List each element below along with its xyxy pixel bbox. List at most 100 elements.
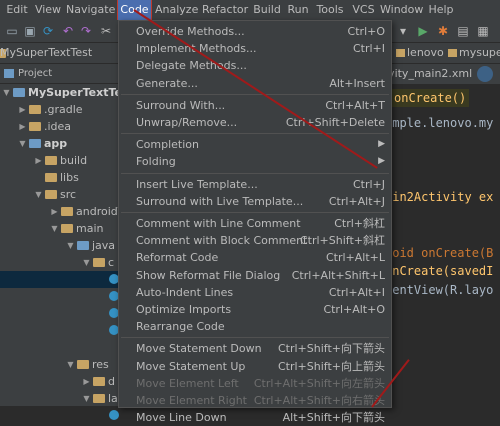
sdk-manager-icon[interactable]: ▦ xyxy=(475,23,491,39)
menu-separator xyxy=(121,133,389,135)
open-folder-icon[interactable]: ▭ xyxy=(4,23,20,39)
menu-vcs[interactable]: VCS xyxy=(351,0,376,20)
tree-item-androidt[interactable]: ▶ androidT xyxy=(0,203,124,220)
expand-arrow-icon[interactable]: ▼ xyxy=(50,220,59,237)
breadcrumb-project[interactable]: MySuperTextTest xyxy=(0,43,92,63)
tree-item[interactable] xyxy=(0,339,120,356)
menu-edit[interactable]: Edit xyxy=(4,0,30,20)
menu-separator xyxy=(121,172,389,174)
tree-item-label: app xyxy=(44,137,68,150)
menu-item-delegate-methods[interactable]: Delegate Methods... xyxy=(119,57,391,74)
sync-icon[interactable]: ⟳ xyxy=(40,23,56,39)
menu-run[interactable]: Run xyxy=(286,0,310,20)
menu-item-move-statement-up[interactable]: Move Statement Up Ctrl+Shift+向上箭头 xyxy=(119,358,391,375)
menu-item-surround-with-live-template[interactable]: Surround with Live Template... Ctrl+Alt+J xyxy=(119,193,391,210)
menu-item-move-statement-down[interactable]: Move Statement Down Ctrl+Shift+向下箭头 xyxy=(119,340,391,357)
menu-item-shortcut: Ctrl+Alt+Shift+向左箭头 xyxy=(253,376,385,390)
menu-tools[interactable]: Tools xyxy=(314,0,346,20)
tree-item[interactable] xyxy=(0,305,120,322)
expand-arrow-icon[interactable]: ▼ xyxy=(18,135,27,152)
folder-icon xyxy=(29,139,41,148)
menu-item-surround-with[interactable]: Surround With... Ctrl+Alt+T xyxy=(119,97,391,114)
tree-item-gradle[interactable]: ▶ .gradle xyxy=(0,101,120,118)
tree-item[interactable] xyxy=(0,322,120,339)
tree-item-build[interactable]: ▶ build xyxy=(0,152,120,169)
expand-arrow-icon[interactable]: ▼ xyxy=(2,84,11,101)
folder-icon xyxy=(29,105,41,114)
run-config-icon[interactable]: ▾ xyxy=(395,23,411,39)
expand-arrow-icon[interactable]: ▼ xyxy=(82,254,91,271)
undo-icon[interactable]: ↶ xyxy=(60,23,76,39)
tree-item-res[interactable]: ▼ res xyxy=(0,356,120,373)
expand-arrow-icon[interactable]: ▼ xyxy=(34,186,43,203)
collapse-arrow-icon[interactable]: ▶ xyxy=(82,373,91,390)
collapse-arrow-icon[interactable]: ▶ xyxy=(50,203,59,220)
save-icon[interactable]: ▣ xyxy=(22,23,38,39)
menu-bar: EditViewNavigateCodeAnalyzeRefactorBuild… xyxy=(0,0,500,21)
tree-item[interactable] xyxy=(0,288,120,305)
collapse-arrow-icon[interactable]: ▶ xyxy=(34,152,43,169)
menu-item-folding[interactable]: Folding ▶ xyxy=(119,153,391,170)
menu-view[interactable]: View xyxy=(34,0,62,20)
menu-item-insert-live-template[interactable]: Insert Live Template... Ctrl+J xyxy=(119,176,391,193)
tree-item[interactable] xyxy=(0,271,120,288)
tree-item-src[interactable]: ▼ src xyxy=(0,186,120,203)
menu-item-comment-with-block-comment[interactable]: Comment with Block Comment Ctrl+Shift+斜杠 xyxy=(119,232,391,249)
menu-navigate[interactable]: Navigate xyxy=(66,0,115,20)
menu-item-unwrap-remove[interactable]: Unwrap/Remove... Ctrl+Shift+Delete xyxy=(119,114,391,131)
folder-icon xyxy=(45,156,57,165)
menu-item-move-line-down[interactable]: Move Line Down Alt+Shift+向下箭头 xyxy=(119,409,391,426)
menu-item-rearrange-code[interactable]: Rearrange Code xyxy=(119,318,391,335)
expand-arrow-icon[interactable]: ▼ xyxy=(82,390,91,407)
tree-item-c[interactable]: ▼ c xyxy=(0,254,120,271)
menu-analyze[interactable]: Analyze xyxy=(155,0,198,20)
tree-item-idea[interactable]: ▶ .idea xyxy=(0,118,120,135)
tree-item-label: java xyxy=(92,239,116,252)
code-editor[interactable]: onCreate() ample.lenovo.my ain2Activity e… xyxy=(385,84,500,406)
menu-item-comment-with-line-comment[interactable]: Comment with Line Comment Ctrl+斜杠 xyxy=(119,215,391,232)
menu-item-shortcut: Ctrl+J xyxy=(352,177,385,191)
menu-build[interactable]: Build xyxy=(253,0,281,20)
menu-item-reformat-code[interactable]: Reformat Code Ctrl+Alt+L xyxy=(119,249,391,266)
collapse-arrow-icon[interactable]: ▶ xyxy=(18,101,27,118)
breadcrumb-mysupe[interactable]: mysupe xyxy=(445,43,500,63)
menu-help[interactable]: Help xyxy=(428,0,454,20)
menu-item-shortcut: Alt+Shift+向下箭头 xyxy=(282,411,385,425)
editor-tab-file[interactable]: ivity_main2.xml xyxy=(385,64,472,84)
redo-icon[interactable]: ↷ xyxy=(78,23,94,39)
tree-item[interactable] xyxy=(0,407,120,424)
tree-item-d[interactable]: ▶ d xyxy=(0,373,120,390)
menu-item-label: Completion xyxy=(136,138,200,152)
tree-item-la[interactable]: ▼ la xyxy=(0,390,120,407)
folder-icon xyxy=(29,122,41,131)
menu-item-label: Move Statement Up xyxy=(136,359,246,373)
menu-item-optimize-imports[interactable]: Optimize Imports Ctrl+Alt+O xyxy=(119,301,391,318)
close-tab-icon[interactable] xyxy=(477,66,493,82)
menu-item-label: Surround with Live Template... xyxy=(136,194,304,208)
menu-item-label: Insert Live Template... xyxy=(136,177,258,191)
debug-icon[interactable]: ✱ xyxy=(435,23,451,39)
tree-item-main[interactable]: ▼ main xyxy=(0,220,120,237)
menu-refactor[interactable]: Refactor xyxy=(202,0,248,20)
menu-item-auto-indent-lines[interactable]: Auto-Indent Lines Ctrl+Alt+I xyxy=(119,284,391,301)
menu-window[interactable]: Window xyxy=(380,0,423,20)
cut-icon[interactable]: ✂ xyxy=(98,23,114,39)
menu-item-label: Surround With... xyxy=(136,98,226,112)
menu-item-show-reformat-file-dialog[interactable]: Show Reformat File Dialog Ctrl+Alt+Shift+… xyxy=(119,267,391,284)
expand-arrow-icon[interactable]: ▼ xyxy=(66,356,75,373)
collapse-arrow-icon[interactable]: ▶ xyxy=(18,118,27,135)
tree-item-app[interactable]: ▼ app xyxy=(0,135,120,152)
menu-item-implement-methods[interactable]: Implement Methods...Ctrl+I xyxy=(119,40,391,57)
method-breadcrumb[interactable]: onCreate() xyxy=(391,89,470,107)
project-panel-header[interactable]: Project xyxy=(0,64,120,83)
folder-icon xyxy=(77,241,89,250)
tree-item-mysupertexttest[interactable]: ▼ MySuperTextTest xyxy=(0,84,133,101)
run-icon[interactable]: ▶ xyxy=(415,23,431,39)
menu-item-shortcut: Ctrl+Shift+向上箭头 xyxy=(277,359,385,373)
expand-arrow-icon[interactable]: ▼ xyxy=(66,237,75,254)
avd-manager-icon[interactable]: ▤ xyxy=(455,23,471,39)
tree-item-java[interactable]: ▼ java xyxy=(0,237,120,254)
menu-item-label: Folding xyxy=(136,155,176,169)
tree-item-libs[interactable]: libs xyxy=(0,169,120,186)
menu-separator xyxy=(121,212,389,213)
